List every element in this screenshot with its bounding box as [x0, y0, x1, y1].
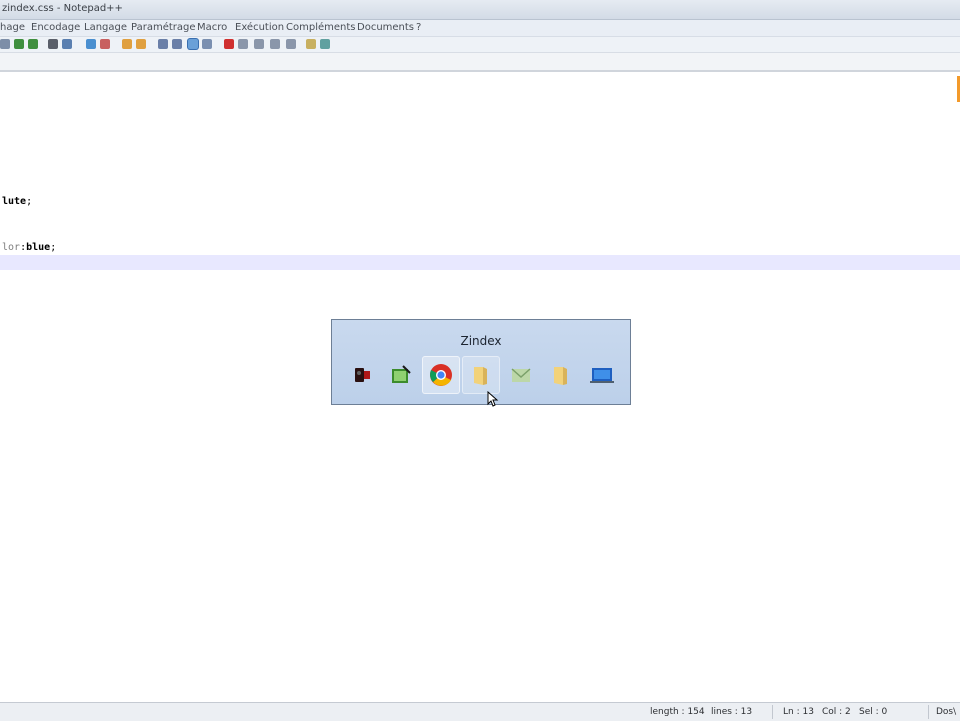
all-chars-icon[interactable]	[172, 39, 182, 49]
menu-documents[interactable]: Documents	[357, 22, 414, 33]
status-length: length : 154	[650, 707, 705, 717]
menu-langage[interactable]: Langage	[84, 22, 127, 33]
indent-guide-icon[interactable]	[188, 39, 198, 49]
image-editor-icon[interactable]	[382, 356, 420, 394]
status-ln: Ln : 13	[783, 707, 814, 717]
record-macro-icon[interactable]	[224, 39, 234, 49]
save-macro-icon[interactable]	[286, 39, 296, 49]
popup-title: Zindex	[460, 334, 502, 348]
tab-strip	[0, 53, 960, 72]
menu-macro[interactable]: Macro	[197, 22, 227, 33]
doc-map-icon[interactable]	[202, 39, 212, 49]
redo-icon[interactable]	[28, 39, 38, 49]
status-eol: Dos\	[936, 707, 957, 717]
status-lines: lines : 13	[711, 707, 753, 717]
find-icon[interactable]	[48, 39, 58, 49]
current-line-highlight	[0, 255, 960, 270]
status-bar: length : 154 lines : 13 Ln : 13 Col : 2 …	[0, 702, 960, 721]
code-line: lor:blue;	[2, 242, 57, 253]
menu-bar: hage Encodage Langage Paramétrage Macro …	[0, 20, 960, 37]
folder-icon[interactable]	[462, 356, 500, 394]
menu-parametrage[interactable]: Paramétrage	[131, 22, 196, 33]
status-separator	[928, 705, 929, 719]
spell-check-icon[interactable]	[320, 39, 330, 49]
menu-help[interactable]: ?	[416, 22, 421, 33]
undo-icon[interactable]	[14, 39, 24, 49]
mail-icon[interactable]	[502, 356, 540, 394]
wrap-icon[interactable]	[158, 39, 168, 49]
run-macro-multiple-icon[interactable]	[270, 39, 280, 49]
zoom-out-icon[interactable]	[100, 39, 110, 49]
print-icon[interactable]	[0, 39, 10, 49]
stop-macro-icon[interactable]	[238, 39, 248, 49]
chrome-icon[interactable]	[422, 356, 460, 394]
menu-complements[interactable]: Compléments	[286, 22, 355, 33]
menu-encodage[interactable]: Encodage	[31, 22, 80, 33]
toolbar	[0, 37, 960, 53]
title-bar: zindex.css - Notepad++	[0, 0, 960, 20]
replace-icon[interactable]	[62, 39, 72, 49]
taskbar-thumbnail-popup: Zindex	[331, 319, 631, 405]
status-separator	[772, 705, 773, 719]
zoom-in-icon[interactable]	[86, 39, 96, 49]
play-macro-icon[interactable]	[254, 39, 264, 49]
window-title: zindex.css - Notepad++	[2, 3, 123, 14]
laptop-icon[interactable]	[582, 356, 620, 394]
menu-execution[interactable]: Exécution	[235, 22, 284, 33]
mouse-cursor-icon	[487, 391, 499, 407]
video-camera-icon[interactable]	[342, 356, 380, 394]
menu-affichage[interactable]: hage	[0, 22, 25, 33]
status-sel: Sel : 0	[859, 707, 888, 717]
sync-v-icon[interactable]	[122, 39, 132, 49]
plugin-icon[interactable]	[306, 39, 316, 49]
status-col: Col : 2	[822, 707, 851, 717]
folder-icon[interactable]	[542, 356, 580, 394]
sync-h-icon[interactable]	[136, 39, 146, 49]
code-line: lute;	[2, 196, 33, 207]
